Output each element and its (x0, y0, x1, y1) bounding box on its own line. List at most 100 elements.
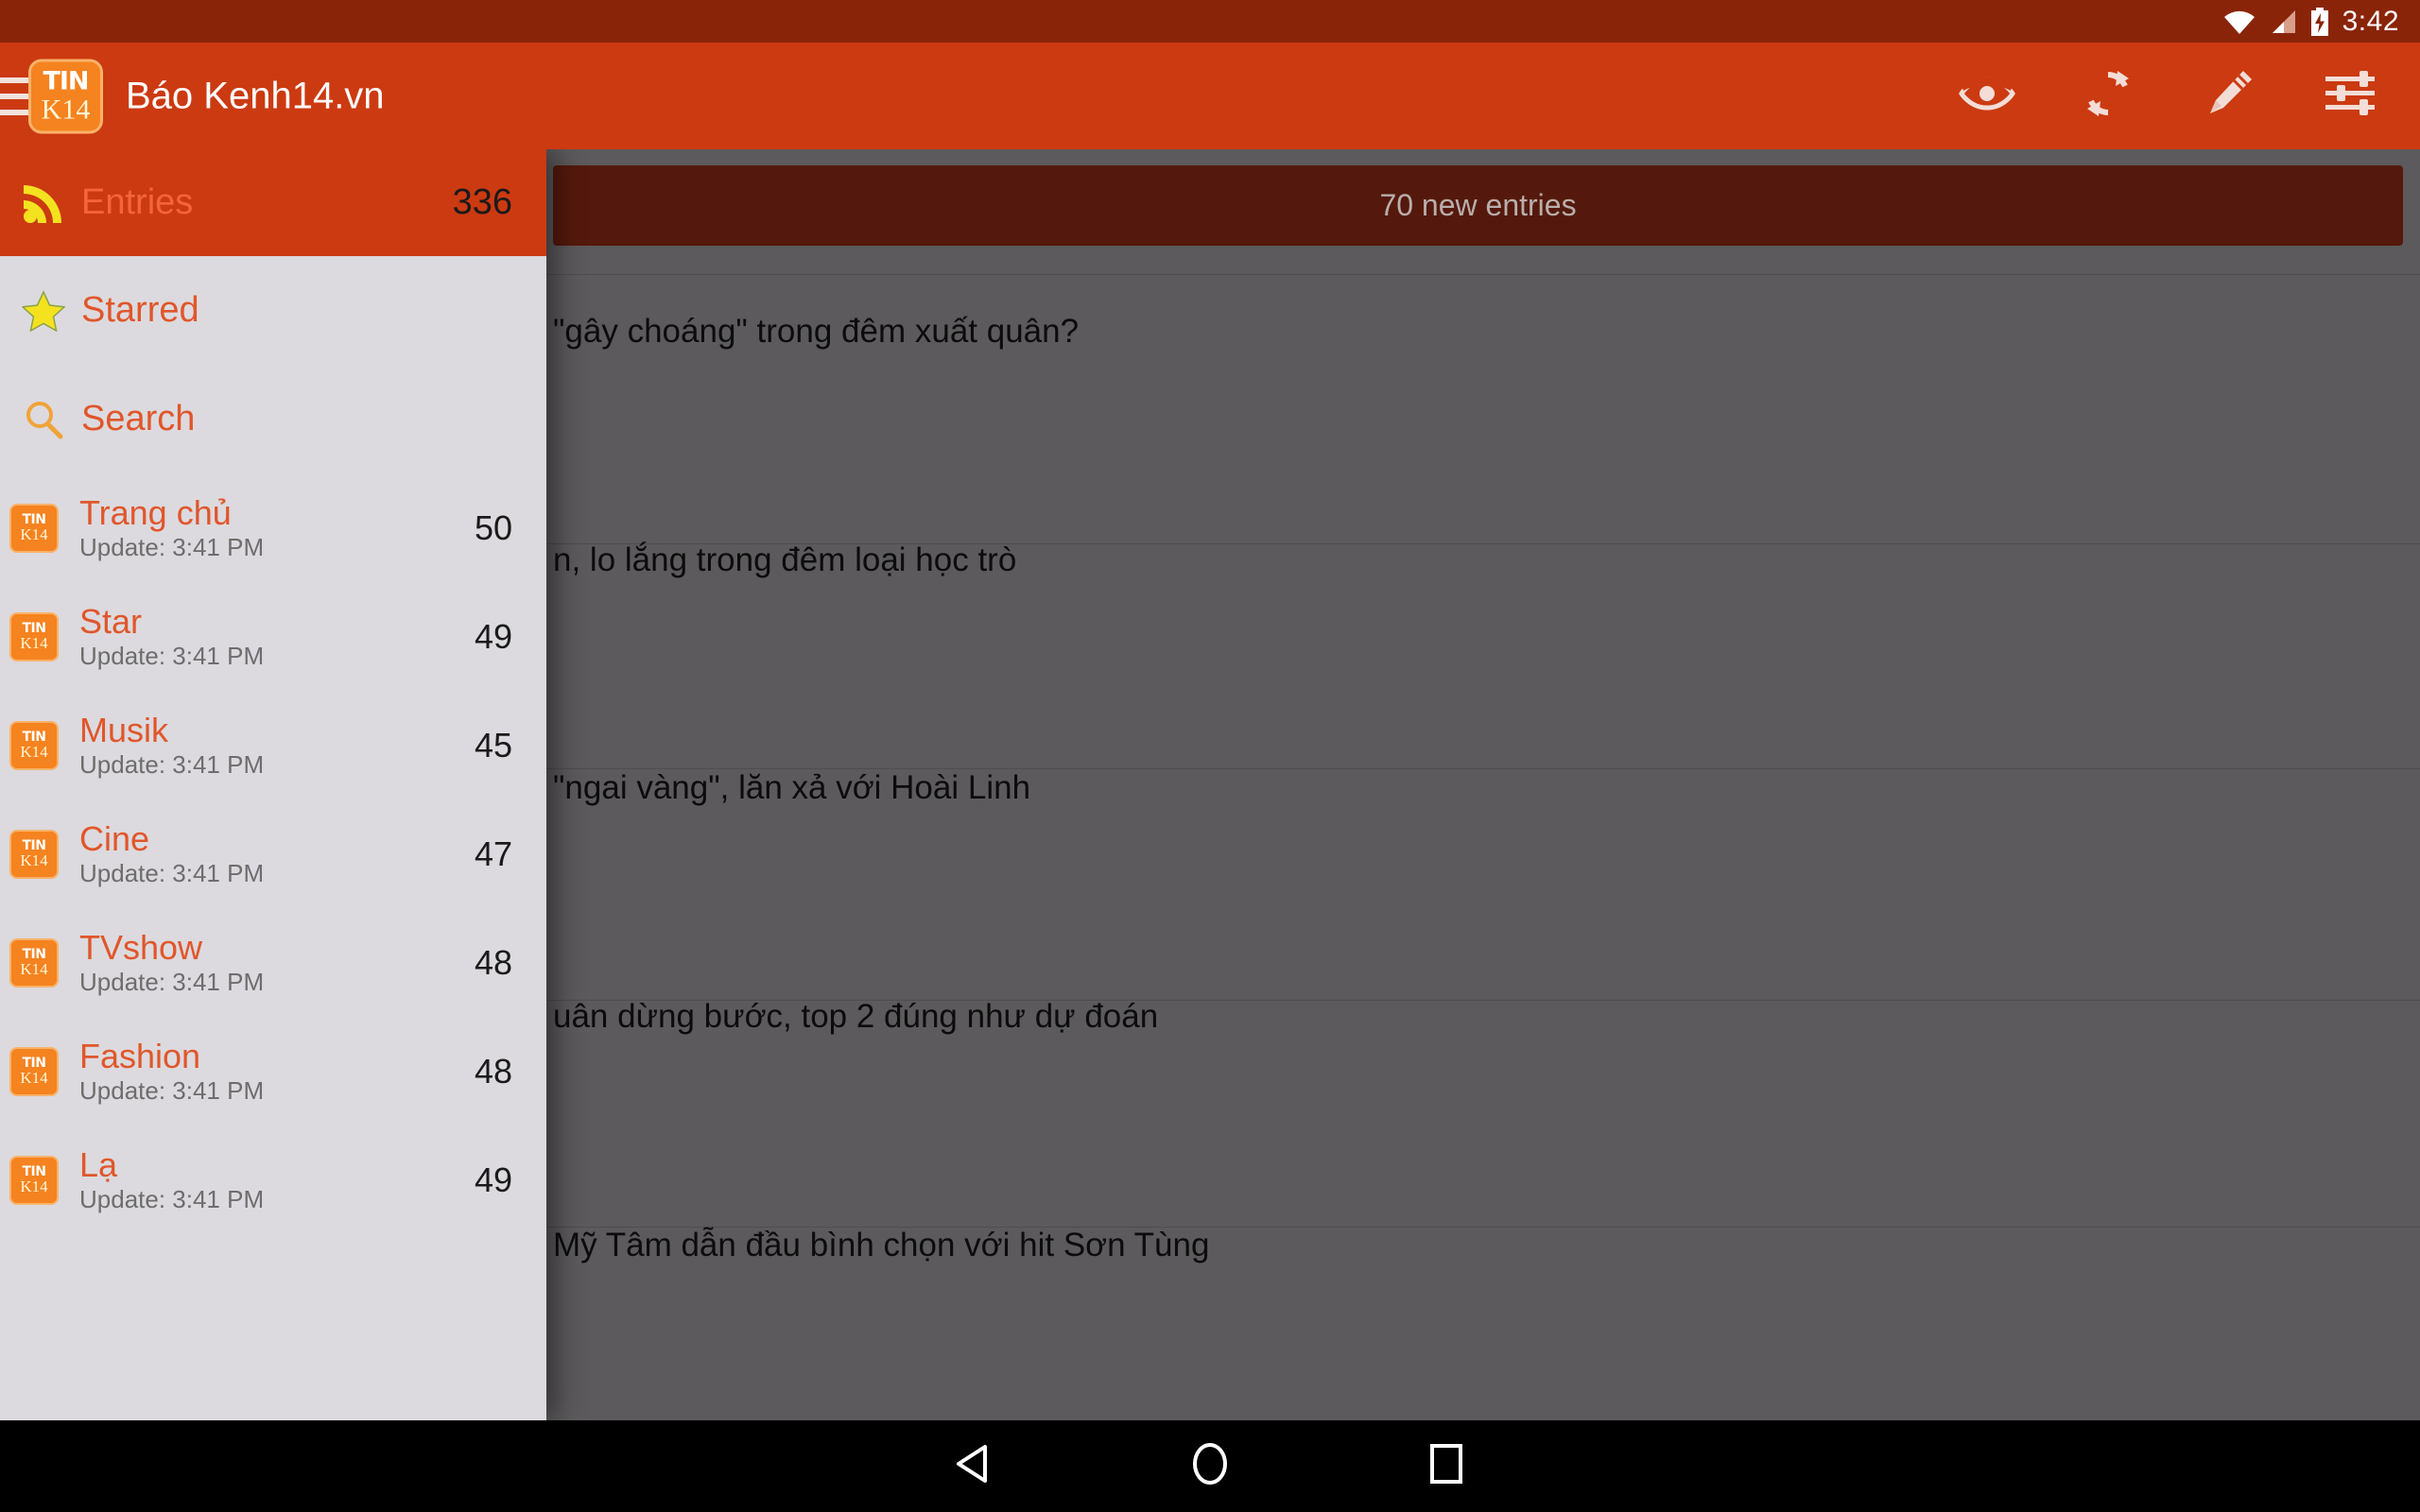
feed-update-time: Update: 3:41 PM (79, 967, 265, 996)
drawer-feed-item[interactable]: TIN K14 TVshow Update: 3:41 PM 48 (0, 908, 546, 1017)
star-icon (17, 289, 70, 332)
feed-logo-line2: K14 (20, 851, 48, 869)
feed-logo-line2: K14 (20, 525, 48, 543)
battery-charging-icon (2310, 7, 2329, 36)
feed-unread-count: 47 (474, 833, 512, 873)
feed-update-time: Update: 3:41 PM (79, 749, 265, 779)
drawer-starred-label: Starred (81, 290, 199, 330)
app-logo: TIN K14 (28, 59, 103, 133)
feed-logo-line2: K14 (20, 960, 48, 978)
android-nav-bar (0, 1420, 2420, 1512)
home-button[interactable] (1092, 1441, 1328, 1491)
feed-logo-icon: TIN K14 (9, 1046, 59, 1096)
refresh-icon (2082, 67, 2135, 125)
feed-unread-count: 48 (474, 942, 512, 982)
drawer-feed-item[interactable]: TIN K14 Cine Update: 3:41 PM 47 (0, 799, 546, 908)
feed-logo-icon: TIN K14 (9, 720, 59, 770)
feed-text: Star Update: 3:41 PM (59, 604, 475, 669)
feed-logo-line1: TIN (22, 1056, 46, 1071)
feed-logo-line1: TIN (22, 838, 46, 853)
edit-button[interactable] (2169, 43, 2290, 149)
rss-icon (17, 181, 70, 225)
square-recents-icon (1428, 1443, 1464, 1489)
drawer-feed-item[interactable]: TIN K14 Star Update: 3:41 PM 49 (0, 582, 546, 691)
list-item[interactable]: "ngai vàng", lăn xả với Hoài Linh (553, 769, 1030, 807)
feed-update-time: Update: 3:41 PM (79, 1184, 265, 1213)
feed-unread-count: 50 (474, 507, 512, 547)
feed-update-time: Update: 3:41 PM (79, 641, 265, 670)
list-item[interactable]: "gây choáng" trong đêm xuất quân? (553, 313, 1079, 351)
feed-text: Lạ Update: 3:41 PM (59, 1147, 475, 1212)
feed-logo-line1: TIN (22, 947, 46, 962)
drawer-item-starred[interactable]: Starred (0, 256, 546, 365)
triangle-back-icon (955, 1444, 993, 1488)
wifi-icon (2223, 9, 2256, 34)
feed-title: Fashion (79, 1036, 201, 1075)
feed-logo-line2: K14 (20, 1069, 48, 1087)
feed-text: Musik Update: 3:41 PM (59, 713, 475, 778)
feed-logo-line2: K14 (20, 634, 48, 652)
new-entries-banner[interactable]: 70 new entries (553, 165, 2403, 246)
app-bar: TIN K14 Báo Kenh14.vn (0, 43, 2420, 149)
feed-unread-count: 49 (474, 1160, 512, 1199)
feed-unread-count: 48 (474, 1051, 512, 1091)
feed-title: TVshow (79, 927, 203, 967)
mark-read-eye-button[interactable] (1927, 43, 2048, 149)
feed-logo-line1: TIN (22, 1164, 46, 1179)
eye-icon (1959, 74, 2015, 118)
circle-home-icon (1189, 1441, 1231, 1491)
drawer-item-entries[interactable]: Entries 336 (0, 149, 546, 256)
app-logo-line1: TIN (43, 66, 89, 95)
feed-unread-count: 45 (474, 725, 512, 765)
recents-button[interactable] (1328, 1443, 1564, 1489)
drawer-feed-item[interactable]: TIN K14 Fashion Update: 3:41 PM 48 (0, 1017, 546, 1125)
cellular-signal-icon (2269, 9, 2297, 34)
feed-update-time: Update: 3:41 PM (79, 1075, 265, 1105)
feed-unread-count: 49 (474, 616, 512, 656)
pencil-icon (2203, 67, 2256, 125)
feed-logo-line1: TIN (22, 621, 46, 636)
feed-logo-icon: TIN K14 (9, 829, 59, 879)
feed-logo-icon: TIN K14 (9, 1155, 59, 1205)
feed-title: Star (79, 601, 143, 641)
drawer-item-search[interactable]: Search (0, 365, 546, 473)
back-button[interactable] (856, 1444, 1092, 1488)
feed-text: TVshow Update: 3:41 PM (59, 930, 475, 995)
feed-logo-line1: TIN (22, 730, 46, 745)
list-item[interactable]: n, lo lắng trong đêm loại học trò (553, 541, 1016, 579)
feed-logo-icon: TIN K14 (9, 611, 59, 662)
feed-text: Fashion Update: 3:41 PM (59, 1039, 475, 1104)
page-title: Báo Kenh14.vn (126, 75, 385, 116)
sliders-icon (2324, 70, 2377, 122)
navigation-drawer: Entries 336 Starred Search TIN K14 Trang… (0, 149, 546, 1420)
feed-update-time: Update: 3:41 PM (79, 858, 265, 887)
list-item[interactable]: Mỹ Tâm dẫn đầu bình chọn với hit Sơn Tùn… (553, 1227, 1209, 1264)
feed-text: Trang chủ Update: 3:41 PM (59, 495, 475, 560)
feed-title: Cine (79, 818, 150, 858)
feed-text: Cine Update: 3:41 PM (59, 821, 475, 886)
feed-title: Lạ (79, 1144, 118, 1184)
status-bar-clock: 3:42 (2342, 5, 2399, 37)
feed-logo-icon: TIN K14 (9, 503, 59, 553)
device-screen: 3:42 TIN K14 Báo Kenh14.vn 70 new entrie… (0, 0, 2420, 1512)
refresh-button[interactable] (2048, 43, 2169, 149)
feed-logo-line2: K14 (20, 1177, 48, 1195)
feed-update-time: Update: 3:41 PM (79, 532, 265, 561)
feed-logo-icon: TIN K14 (9, 937, 59, 988)
android-status-bar: 3:42 (0, 0, 2420, 43)
feed-title: Trang chủ (79, 492, 232, 532)
feed-title: Musik (79, 710, 169, 749)
list-item[interactable]: uân dừng bước, top 2 đúng như dự đoán (553, 998, 1158, 1036)
drawer-search-label: Search (81, 399, 196, 438)
drawer-entries-label: Entries (81, 182, 194, 222)
drawer-feed-item[interactable]: TIN K14 Lạ Update: 3:41 PM 49 (0, 1125, 546, 1234)
app-logo-line2: K14 (41, 94, 91, 125)
new-entries-label: 70 new entries (1379, 188, 1577, 222)
app-bar-actions (1927, 43, 2411, 149)
feed-logo-line2: K14 (20, 743, 48, 761)
drawer-feed-item[interactable]: TIN K14 Trang chủ Update: 3:41 PM 50 (0, 473, 546, 582)
search-icon (17, 399, 70, 440)
drawer-feed-item[interactable]: TIN K14 Musik Update: 3:41 PM 45 (0, 691, 546, 799)
settings-button[interactable] (2290, 43, 2411, 149)
feed-logo-line1: TIN (22, 512, 46, 527)
